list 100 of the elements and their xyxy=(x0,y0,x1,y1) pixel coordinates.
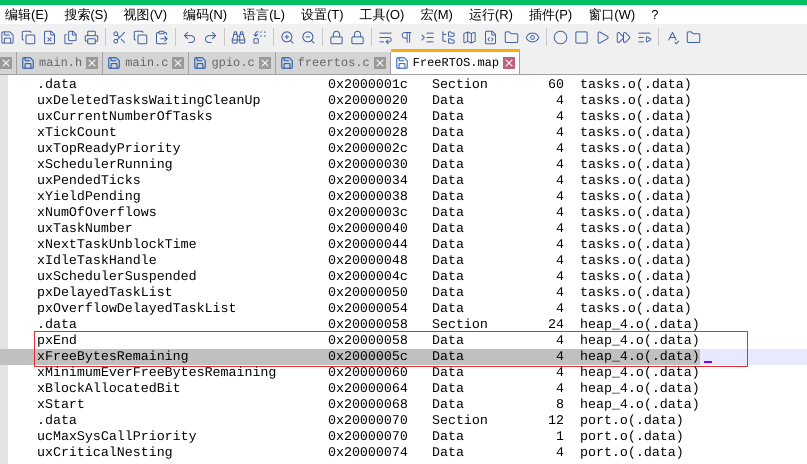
symbol-type: Data xyxy=(432,173,465,189)
symbol-size: 4 xyxy=(555,269,564,285)
menu-item[interactable]: 运行(R) xyxy=(464,4,518,24)
folder-icon[interactable] xyxy=(504,30,519,44)
find-icon[interactable] xyxy=(231,30,246,44)
paste-icon[interactable] xyxy=(154,30,169,44)
stop-icon[interactable] xyxy=(574,30,589,44)
symbol-type: Data xyxy=(432,269,465,285)
menu-item[interactable]: 视图(V) xyxy=(118,4,172,24)
close-icon[interactable] xyxy=(86,57,98,69)
object-file: heap_4.o(.data) xyxy=(580,333,700,349)
save-icon xyxy=(21,56,35,70)
symbol-name: xBlockAllocatedBit xyxy=(36,381,182,397)
close-icon[interactable] xyxy=(258,57,271,69)
save-icon xyxy=(280,56,294,70)
copy-icon[interactable] xyxy=(133,30,148,44)
file-tab[interactable]: freertos.c xyxy=(276,52,391,74)
address: 0x20000064 xyxy=(328,381,409,397)
symbol-type: Data xyxy=(432,253,465,269)
playlist-icon[interactable] xyxy=(637,30,652,44)
close-file-icon[interactable] xyxy=(42,30,57,44)
file-tab[interactable]: FreeRTOS.map xyxy=(390,49,520,74)
symbol-size: 4 xyxy=(555,189,564,205)
symbol-name: ucMaxSysCallPriority xyxy=(36,429,198,445)
record-icon[interactable] xyxy=(553,30,568,44)
object-file: tasks.o(.data) xyxy=(580,189,692,205)
symbol-type: Data xyxy=(432,429,465,445)
symbol-type: Data xyxy=(432,381,465,397)
menu-item[interactable]: 编码(N) xyxy=(178,4,232,24)
symbol-name: .data xyxy=(36,317,78,333)
symbol-name: pxEnd xyxy=(36,333,78,349)
object-file: tasks.o(.data) xyxy=(580,221,692,237)
close-icon[interactable] xyxy=(0,57,12,69)
symbol-type: Section xyxy=(432,413,489,429)
address: 0x20000034 xyxy=(328,173,409,189)
close-icon[interactable] xyxy=(374,57,386,69)
object-file: heap_4.o(.data) xyxy=(580,317,700,333)
eye-icon[interactable] xyxy=(525,30,540,44)
symbol-size: 12 xyxy=(547,413,564,429)
map-icon[interactable] xyxy=(462,30,477,44)
menu-item[interactable]: 工具(O) xyxy=(354,4,410,24)
address: 0x20000020 xyxy=(328,93,409,109)
replace-icon[interactable] xyxy=(252,30,267,44)
symbol-name: xTickCount xyxy=(36,125,118,141)
wrap-icon[interactable] xyxy=(378,30,393,44)
symbol-type: Data xyxy=(432,205,465,221)
fast-forward-icon[interactable] xyxy=(616,30,631,44)
close-icon[interactable] xyxy=(172,57,184,69)
object-file: tasks.o(.data) xyxy=(580,301,692,317)
file-tab[interactable]: main.h xyxy=(17,52,104,74)
symbol-type: Data xyxy=(432,125,465,141)
play-icon[interactable] xyxy=(595,30,610,44)
menu-item[interactable]: 设置(T) xyxy=(296,4,349,24)
symbol-name: uxPendedTicks xyxy=(36,173,142,189)
menu-item[interactable]: 宏(M) xyxy=(415,4,458,24)
zoom-in-icon[interactable] xyxy=(280,30,295,44)
redo-icon[interactable] xyxy=(203,30,218,44)
close-icon[interactable] xyxy=(503,57,516,69)
object-file: tasks.o(.data) xyxy=(580,285,692,301)
symbol-name: .data xyxy=(36,77,78,93)
menu-item[interactable]: 搜索(S) xyxy=(59,4,113,24)
folder-icon[interactable] xyxy=(441,30,456,44)
print-icon[interactable] xyxy=(84,30,99,44)
zoom-out-icon[interactable] xyxy=(301,30,316,44)
symbol-size: 4 xyxy=(555,125,564,141)
symbol-size: 4 xyxy=(555,445,564,461)
symbol-size: 4 xyxy=(555,221,564,237)
file-tab[interactable]: gpio.c xyxy=(189,52,276,74)
symbol-type: Data xyxy=(432,189,465,205)
symbol-type: Data xyxy=(432,397,465,413)
lock-icon[interactable] xyxy=(329,30,344,44)
lock-icon[interactable] xyxy=(350,30,365,44)
indent-guide-icon[interactable] xyxy=(420,30,435,44)
object-file: tasks.o(.data) xyxy=(580,157,692,173)
address: 0x20000060 xyxy=(328,365,409,381)
save-icon[interactable] xyxy=(0,30,15,44)
symbol-size: 4 xyxy=(555,381,564,397)
menu-item[interactable]: 插件(P) xyxy=(524,4,578,24)
symbol-size: 4 xyxy=(555,301,564,317)
symbol-name: uxCriticalNesting xyxy=(36,445,174,461)
text-caret xyxy=(704,361,712,363)
symbol-size: 4 xyxy=(555,109,564,125)
symbol-name: uxDeletedTasksWaitingCleanUp xyxy=(36,93,262,109)
cut-icon[interactable] xyxy=(112,30,127,44)
symbol-size: 60 xyxy=(547,77,564,93)
menu-item[interactable]: 编辑(E) xyxy=(0,4,54,24)
menu-item[interactable]: 窗口(W) xyxy=(583,4,640,24)
menu-item[interactable]: ? xyxy=(646,4,664,24)
undo-icon[interactable] xyxy=(182,30,197,44)
file-tab[interactable]: main.c xyxy=(103,52,190,74)
menu-item[interactable]: 语言(L) xyxy=(238,4,290,24)
address: 0x20000024 xyxy=(328,109,409,125)
object-file: tasks.o(.data) xyxy=(580,109,692,125)
object-file: port.o(.data) xyxy=(580,445,684,461)
folder-icon[interactable] xyxy=(686,30,701,44)
address: 0x20000070 xyxy=(328,413,409,429)
symbol-size: 4 xyxy=(555,253,564,269)
symbol-type: Data xyxy=(432,365,465,381)
symbol-size: 4 xyxy=(555,173,564,189)
pilcrow-icon[interactable] xyxy=(399,30,414,44)
